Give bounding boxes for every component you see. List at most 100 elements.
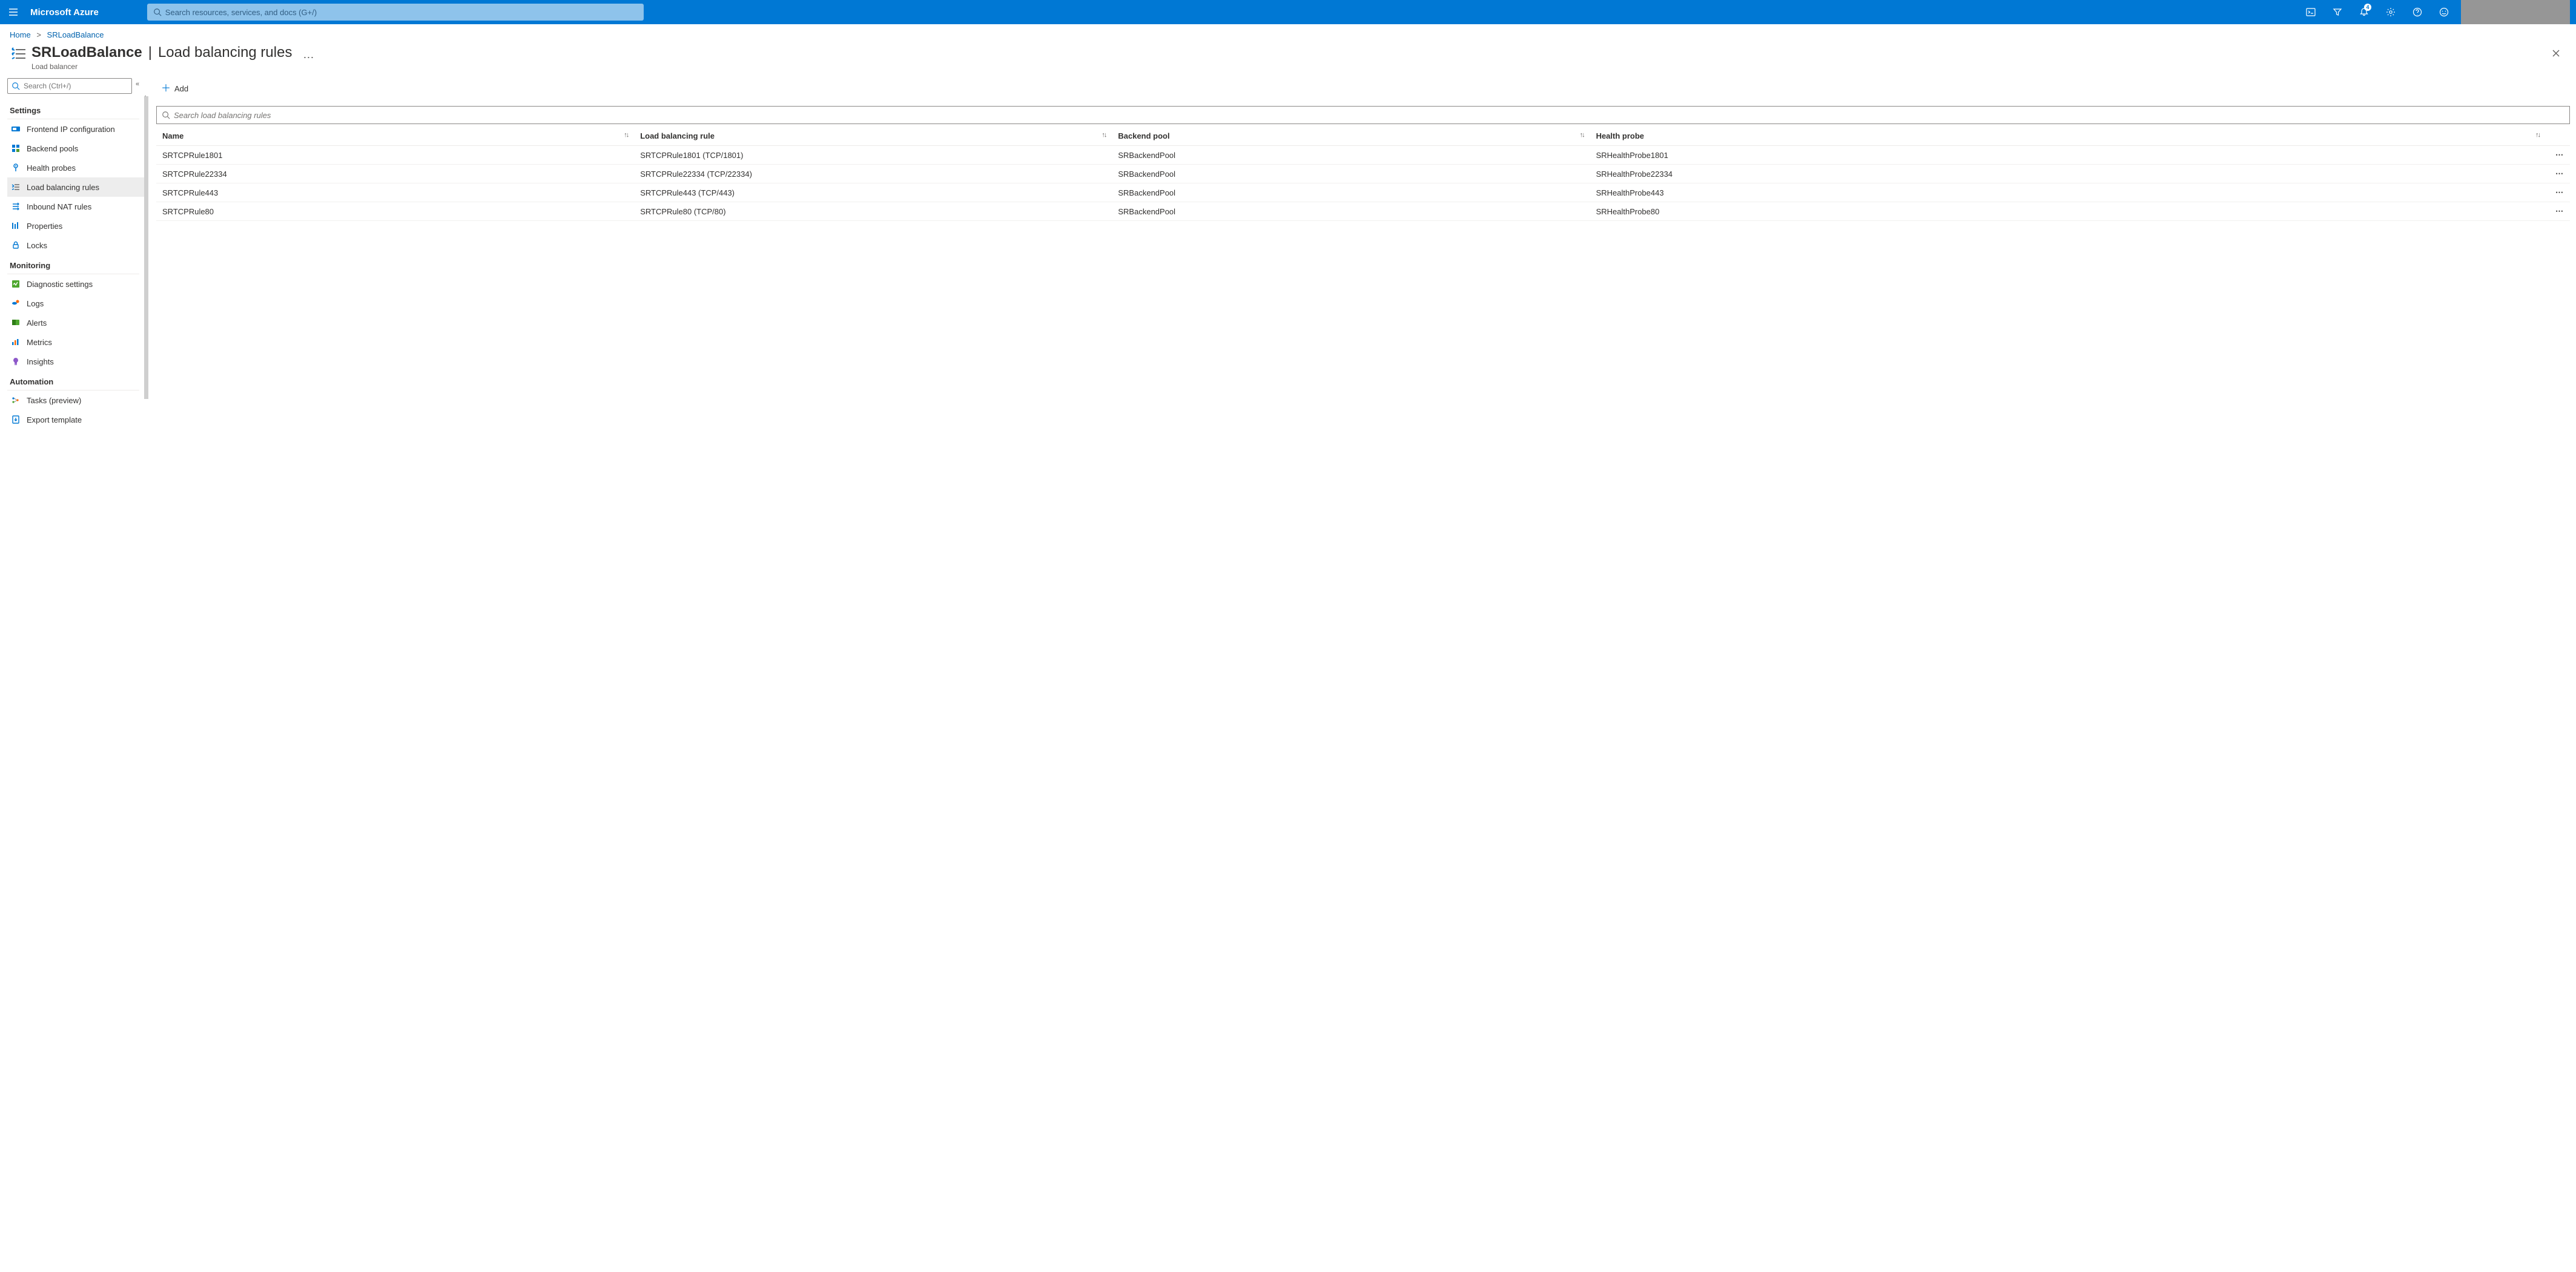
breadcrumb-home[interactable]: Home <box>10 30 31 39</box>
hamburger-menu-icon[interactable] <box>6 5 21 19</box>
sidebar-search-input[interactable] <box>24 82 128 90</box>
cell-name: SRTCPRule80 <box>156 202 634 221</box>
directory-filter-icon[interactable] <box>2325 0 2350 24</box>
add-button-label: Add <box>174 84 188 93</box>
sidebar-group-title: Monitoring <box>7 255 145 272</box>
main-content: ＋ Add Name↑↓ Load balancing rule↑↓ Backe… <box>145 76 2576 1271</box>
col-rule[interactable]: Load balancing rule↑↓ <box>634 127 1112 146</box>
col-probe[interactable]: Health probe↑↓ <box>1590 127 2546 146</box>
rules-search-input[interactable] <box>174 111 2564 120</box>
search-icon <box>162 111 170 119</box>
sort-icon: ↑↓ <box>624 131 628 139</box>
sidebar-item-label: Frontend IP configuration <box>27 125 115 134</box>
global-search-input[interactable] <box>165 8 638 17</box>
settings-icon[interactable] <box>2379 0 2403 24</box>
sidebar-item-load-balancing-rules[interactable]: Load balancing rules <box>7 177 145 197</box>
search-icon <box>12 82 20 90</box>
brand-label[interactable]: Microsoft Azure <box>30 7 99 18</box>
sidebar-item-tasks-preview-[interactable]: Tasks (preview) <box>7 390 145 410</box>
cell-pool: SRBackendPool <box>1112 202 1590 221</box>
load-balancer-icon <box>10 45 27 62</box>
cell-name: SRTCPRule443 <box>156 183 634 202</box>
page-header: SRLoadBalance | Load balancing rules Loa… <box>0 42 2576 76</box>
cell-rule: SRTCPRule1801 (TCP/1801) <box>634 146 1112 165</box>
help-icon[interactable] <box>2405 0 2429 24</box>
notification-badge: 4 <box>2364 4 2371 11</box>
col-name[interactable]: Name↑↓ <box>156 127 634 146</box>
insights-icon <box>11 357 21 366</box>
global-search[interactable] <box>147 4 644 21</box>
sidebar: « ▲ SettingsFrontend IP configurationBac… <box>0 76 145 1271</box>
breadcrumb: Home > SRLoadBalance <box>0 24 2576 42</box>
sidebar-item-label: Logs <box>27 299 44 308</box>
sidebar-item-frontend-ip-configuration[interactable]: Frontend IP configuration <box>7 119 145 139</box>
sidebar-item-label: Health probes <box>27 163 76 173</box>
backend-pools-icon <box>11 143 21 153</box>
breadcrumb-resource[interactable]: SRLoadBalance <box>47 30 104 39</box>
col-pool[interactable]: Backend pool↑↓ <box>1112 127 1590 146</box>
sidebar-item-label: Insights <box>27 357 54 366</box>
close-blade-button[interactable] <box>2546 44 2566 64</box>
sort-icon: ↑↓ <box>1101 131 1106 139</box>
sidebar-item-label: Metrics <box>27 338 52 347</box>
health-probes-icon <box>11 163 21 173</box>
alerts-icon <box>11 318 21 328</box>
notifications-icon[interactable]: 4 <box>2352 0 2376 24</box>
cell-probe: SRHealthProbe443 <box>1590 183 2546 202</box>
row-more-actions-icon[interactable]: ⋯ <box>2546 146 2570 165</box>
sidebar-item-logs[interactable]: Logs <box>7 294 145 313</box>
plus-icon: ＋ <box>161 84 171 94</box>
sidebar-item-diagnostic-settings[interactable]: Diagnostic settings <box>7 274 145 294</box>
account-profile-block[interactable] <box>2461 0 2570 24</box>
sidebar-item-label: Backend pools <box>27 144 78 153</box>
row-more-actions-icon[interactable]: ⋯ <box>2546 165 2570 183</box>
topbar: Microsoft Azure 4 <box>0 0 2576 24</box>
command-bar: ＋ Add <box>156 78 2576 100</box>
logs-icon <box>11 298 21 308</box>
search-icon <box>153 8 162 16</box>
page-title-resource: SRLoadBalance <box>31 44 142 61</box>
cell-name: SRTCPRule22334 <box>156 165 634 183</box>
sidebar-scrollbar[interactable] <box>144 96 148 399</box>
sort-icon: ↑↓ <box>1580 131 1584 139</box>
metrics-icon <box>11 337 21 347</box>
page-title-section: Load balancing rules <box>158 44 292 61</box>
rules-search[interactable] <box>156 106 2570 124</box>
sidebar-item-label: Diagnostic settings <box>27 280 93 289</box>
page-subtitle: Load balancer <box>31 62 292 71</box>
sidebar-item-label: Properties <box>27 222 62 231</box>
cloud-shell-icon[interactable] <box>2299 0 2323 24</box>
feedback-icon[interactable] <box>2432 0 2456 24</box>
sidebar-item-insights[interactable]: Insights <box>7 352 145 371</box>
breadcrumb-separator: > <box>36 30 41 39</box>
diagnostic-icon <box>11 279 21 289</box>
sidebar-item-metrics[interactable]: Metrics <box>7 332 145 352</box>
sidebar-item-locks[interactable]: Locks <box>7 236 145 255</box>
table-row[interactable]: SRTCPRule1801SRTCPRule1801 (TCP/1801)SRB… <box>156 146 2570 165</box>
topbar-utility-icons: 4 <box>2299 0 2456 24</box>
cell-pool: SRBackendPool <box>1112 183 1590 202</box>
sidebar-item-export-template[interactable]: Export template <box>7 410 145 429</box>
frontend-ip-icon <box>11 124 21 134</box>
sidebar-item-inbound-nat-rules[interactable]: Inbound NAT rules <box>7 197 145 216</box>
table-row[interactable]: SRTCPRule22334SRTCPRule22334 (TCP/22334)… <box>156 165 2570 183</box>
collapse-sidebar-icon[interactable]: « <box>136 81 139 88</box>
sidebar-item-label: Load balancing rules <box>27 183 99 192</box>
sidebar-item-alerts[interactable]: Alerts <box>7 313 145 332</box>
tasks-icon <box>11 395 21 405</box>
row-more-actions-icon[interactable]: ⋯ <box>2546 183 2570 202</box>
sidebar-group-title: Automation <box>7 371 145 389</box>
sidebar-item-properties[interactable]: Properties <box>7 216 145 236</box>
sidebar-search[interactable] <box>7 78 132 94</box>
cell-rule: SRTCPRule80 (TCP/80) <box>634 202 1112 221</box>
table-row[interactable]: SRTCPRule443SRTCPRule443 (TCP/443)SRBack… <box>156 183 2570 202</box>
cell-probe: SRHealthProbe80 <box>1590 202 2546 221</box>
table-row[interactable]: SRTCPRule80SRTCPRule80 (TCP/80)SRBackend… <box>156 202 2570 221</box>
locks-icon <box>11 240 21 250</box>
sidebar-item-backend-pools[interactable]: Backend pools <box>7 139 145 158</box>
sidebar-item-label: Export template <box>27 415 82 424</box>
page-more-actions-icon[interactable]: ⋯ <box>303 51 314 64</box>
row-more-actions-icon[interactable]: ⋯ <box>2546 202 2570 221</box>
add-button[interactable]: ＋ Add <box>156 82 193 96</box>
sidebar-item-health-probes[interactable]: Health probes <box>7 158 145 177</box>
